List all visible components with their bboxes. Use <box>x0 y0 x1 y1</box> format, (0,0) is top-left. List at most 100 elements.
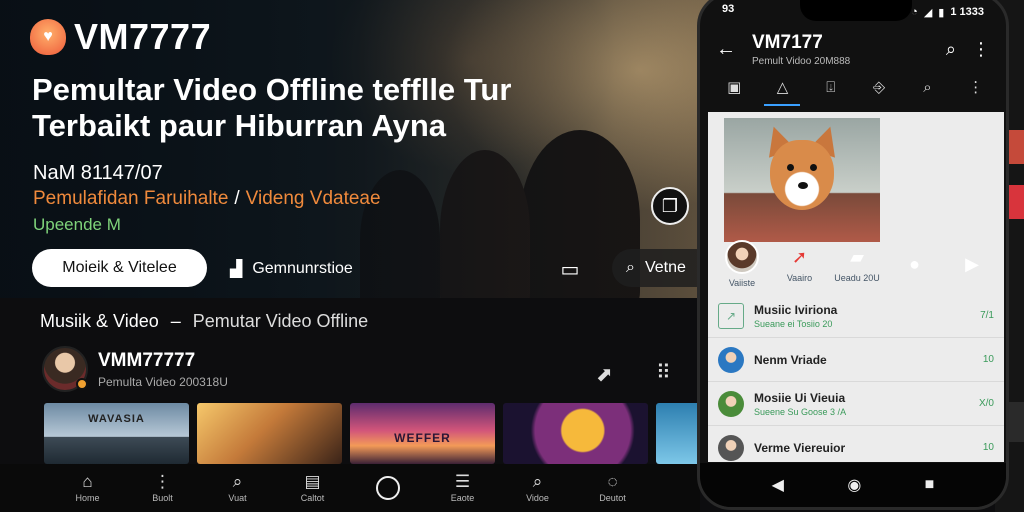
list-item-title: Nenm Vriade <box>754 352 827 367</box>
channel-name: VMM77777 <box>98 349 196 371</box>
avatar <box>718 434 744 461</box>
secondary-button-label: Gemnunrstioe <box>252 260 353 277</box>
more-options-icon[interactable]: ⠿ <box>656 360 671 385</box>
status-battery-text: 1 1333 <box>950 6 984 18</box>
list-item-title: Verme Viereuior <box>754 440 846 455</box>
action-comment[interactable]: ● <box>889 252 941 276</box>
nav-label: Eaote <box>450 493 475 503</box>
list-item[interactable]: Mosiie Ui Vieuia Sueene Su Goose 3 /A X/0 <box>708 382 1004 426</box>
list-item-subtitle: Sueene Su Goose 3 /A <box>754 406 847 417</box>
app-title: VM7177 <box>752 31 823 53</box>
nav-center[interactable] <box>358 476 418 500</box>
video-thumbnail[interactable]: WEFFER <box>350 403 495 464</box>
tab-search-icon[interactable]: ⌕ <box>907 79 947 102</box>
share-icon[interactable]: ⬈ <box>596 362 613 387</box>
battery-icon: ▮ <box>938 6 945 19</box>
more-vert-icon[interactable]: ⋮ <box>972 39 990 60</box>
folder-icon: ↗ <box>718 302 744 329</box>
action-profile[interactable]: Vaiiste <box>716 240 768 288</box>
system-navigation: ◀ ◉ ■ <box>700 463 1006 507</box>
hero-date: NaM 81147/07 <box>33 162 163 184</box>
back-triangle-icon[interactable]: ◀ <box>772 475 784 495</box>
action-playlist[interactable]: ▶ <box>946 252 998 276</box>
app-bar: ← VM7177 Pemult Vidoo 20M888 ⌕ ⋮ <box>700 25 1006 73</box>
bottom-navigation: ⌂ Home ⋮ Buolt ⌕ Vuat ▤ Caltot ☰ Eaote ⌕ Vidoe… <box>0 464 700 512</box>
video-thumbnail[interactable] <box>197 403 342 464</box>
nav-video-search[interactable]: ⌕ Vidoe <box>508 472 568 504</box>
nav-library[interactable]: ▤ Caltot <box>283 473 343 504</box>
channel-meta: Pemulta Video 200318U <box>98 374 228 389</box>
app-logo[interactable]: ♥ VM7777 <box>30 16 211 58</box>
avatar <box>718 390 744 417</box>
nav-label: Caltot <box>300 493 325 503</box>
list-item-trail: 10 <box>982 354 994 365</box>
list-item-title: Mosiie Ui Vieuia <box>754 390 846 405</box>
bag-icon: ▟ <box>230 261 243 278</box>
nav-search[interactable]: ⌕ Vuat <box>208 473 268 504</box>
hero-title-line2: Terbaikt paur Hiburran Ayna <box>32 108 446 143</box>
phone-mockup: 93 ◔ ◢ ▮ 1 1333 ← VM7177 Pemult Vidoo 20… <box>697 0 1009 510</box>
tab-playlist-icon[interactable]: ⎆ <box>859 79 899 102</box>
back-arrow-icon[interactable]: ← <box>716 38 736 61</box>
action-save[interactable]: ▰ Ueadu 20U <box>831 245 883 283</box>
menu-icon: ⋮ <box>154 472 171 491</box>
tab-more-icon[interactable]: ⋮ <box>956 78 996 102</box>
recents-square-icon[interactable]: ■ <box>925 476 935 494</box>
channel-header[interactable]: VMM77777 Pemulta Video 200318U <box>42 346 228 392</box>
thumbnail-label: WEFFER <box>394 431 451 445</box>
nav-label: Vuat <box>228 493 247 503</box>
phone-tab-row: ▣ △ ⍗ ⎆ ⌕ ⋮ <box>710 75 1000 106</box>
status-time: 93 <box>722 3 735 15</box>
video-thumbnail[interactable] <box>656 403 702 464</box>
video-list: ↗ Musiic Iviriona Sueane ei Tosiio 20 7/1… <box>708 294 1004 470</box>
status-indicators: ◔ ◢ ▮ 1 1333 <box>911 3 984 21</box>
action-label: Vaiiste <box>728 278 756 288</box>
hero-subtitle: Pemulafidan Faruihalte / Videng Vdateae <box>33 188 381 210</box>
nav-chat[interactable]: ◌ Deutot <box>583 472 643 504</box>
search-icon: ⌕ <box>532 472 543 491</box>
music-video-button[interactable]: Moieik & Vitelee <box>32 249 207 287</box>
avatar <box>718 346 744 373</box>
nav-label: Vidoe <box>526 493 549 503</box>
tab-alert-icon[interactable]: △ <box>762 78 802 106</box>
nav-list[interactable]: ☰ Eaote <box>433 473 493 504</box>
wifi-icon: ◔ <box>911 6 918 18</box>
logo-text: VM7777 <box>74 16 212 57</box>
chat-icon: ◌ <box>607 472 618 491</box>
hero-title-line1: Pemultar Video Offline tefflle Tur <box>32 72 512 107</box>
status-bar: 93 ◔ ◢ ▮ 1 1333 <box>700 3 1006 21</box>
circle-icon <box>375 476 400 500</box>
section-title: Musiik & Video <box>40 311 159 331</box>
video-thumbnail[interactable]: WAVASIA <box>44 403 189 464</box>
video-thumbnail[interactable] <box>503 403 648 464</box>
tab-download-icon[interactable]: ⍗ <box>811 79 851 102</box>
dog-face <box>770 140 834 210</box>
dog-nose <box>798 182 808 189</box>
list-item[interactable]: Nenm Vriade 10 <box>708 338 1004 382</box>
tab-gallery-icon[interactable]: ▣ <box>714 78 754 102</box>
list-item[interactable]: ↗ Musiic Iviriona Sueane ei Tosiio 20 7/1 <box>708 294 1004 338</box>
chat-icon[interactable]: ▭ <box>556 255 584 283</box>
action-like[interactable]: ➚ Vaairo <box>774 245 826 283</box>
section-header: Musiik & Video – Pemutar Video Offline <box>40 311 368 332</box>
chat-bubble-icon: ● <box>909 254 920 274</box>
nav-home[interactable]: ⌂ Home <box>58 473 118 504</box>
nav-label: Home <box>75 493 100 503</box>
list-item-trail: 7/1 <box>980 310 994 321</box>
featured-video-thumbnail[interactable] <box>724 118 880 242</box>
action-label: Vaairo <box>786 273 813 283</box>
home-circle-icon[interactable]: ◉ <box>847 475 861 495</box>
dog-eye <box>787 164 794 171</box>
copy-icon[interactable]: ❐ <box>651 187 689 225</box>
action-label: Ueadu 20U <box>834 273 880 283</box>
nav-menu[interactable]: ⋮ Buolt <box>133 472 193 504</box>
secondary-button[interactable]: ▟ Gemnunrstioe <box>230 254 353 284</box>
dog-eye <box>810 164 817 171</box>
list-item-trail: X/0 <box>978 398 994 409</box>
list-item-trail: 10 <box>982 442 994 453</box>
hero-subtitle-right: Videng Vdateae <box>245 188 381 209</box>
list-item-subtitle: Sueane ei Tosiio 20 <box>754 318 833 329</box>
search-icon[interactable]: ⌕ <box>946 39 956 60</box>
avatar[interactable] <box>42 346 88 392</box>
video-action-row: Vaiiste ➚ Vaairo ▰ Ueadu 20U ● ▶ <box>716 240 1006 288</box>
